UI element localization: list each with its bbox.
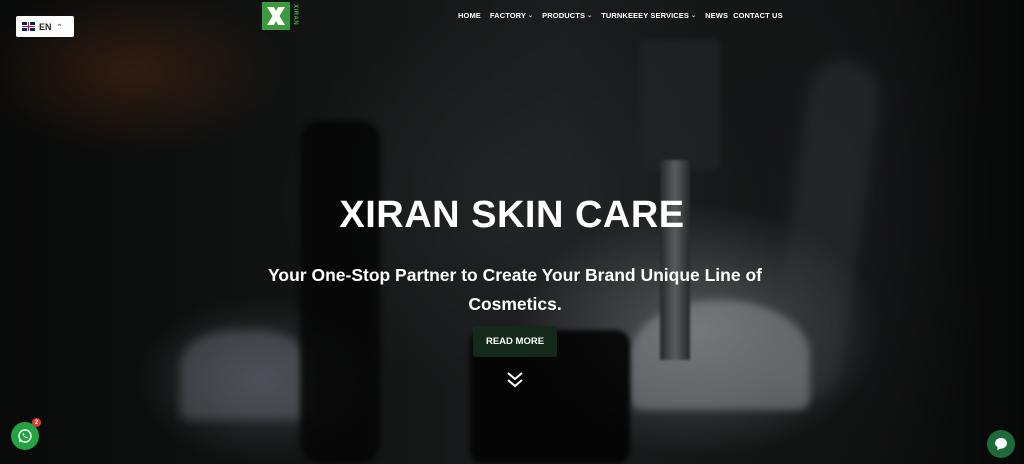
logo-mark-icon bbox=[262, 2, 290, 30]
nav-news-label: NEWS bbox=[705, 11, 729, 20]
nav-contact-label: CONTACT US bbox=[733, 11, 783, 20]
nav-products-label: PRODUCTS bbox=[542, 11, 586, 20]
nav-news[interactable]: NEWS bbox=[705, 11, 728, 20]
nav-home[interactable]: HOME bbox=[458, 11, 481, 20]
site-logo[interactable]: XIRAN bbox=[262, 2, 298, 30]
main-nav: HOME FACTORY ⌄ PRODUCTS ⌄ TURNKEEEY SERV… bbox=[458, 11, 783, 20]
hero-subtitle: Your One-Stop Partner to Create Your Bra… bbox=[268, 265, 762, 314]
nav-turnkey-services[interactable]: TURNKEEEY SERVICES ⌄ bbox=[601, 11, 696, 20]
chevron-down-icon: ⌄ bbox=[587, 13, 593, 19]
nav-contact-us[interactable]: CONTACT US bbox=[733, 11, 783, 20]
notification-badge: 2 bbox=[32, 418, 41, 427]
nav-factory[interactable]: FACTORY ⌄ bbox=[490, 11, 533, 20]
language-code: EN bbox=[39, 21, 52, 32]
logo-text: XIRAN bbox=[292, 4, 298, 26]
scroll-down-icon[interactable] bbox=[504, 371, 526, 389]
nav-factory-label: FACTORY bbox=[489, 11, 527, 20]
nav-products[interactable]: PRODUCTS ⌄ bbox=[542, 11, 592, 20]
whatsapp-icon bbox=[18, 429, 32, 443]
chevron-down-icon: ⌄ bbox=[528, 13, 534, 19]
read-more-button[interactable]: READ MORE bbox=[473, 326, 557, 357]
chevron-up-icon: ⌃ bbox=[56, 23, 63, 31]
nav-home-label: HOME bbox=[458, 11, 481, 20]
chevron-down-icon: ⌄ bbox=[691, 13, 697, 19]
uk-flag-icon bbox=[22, 22, 35, 31]
language-selector[interactable]: EN ⌃ bbox=[16, 16, 74, 37]
chat-button[interactable] bbox=[987, 430, 1015, 458]
chat-icon bbox=[995, 438, 1007, 450]
hero-title: XIRAN SKIN CARE bbox=[339, 194, 685, 236]
nav-turnkey-label: TURNKEEEY SERVICES bbox=[601, 11, 690, 20]
